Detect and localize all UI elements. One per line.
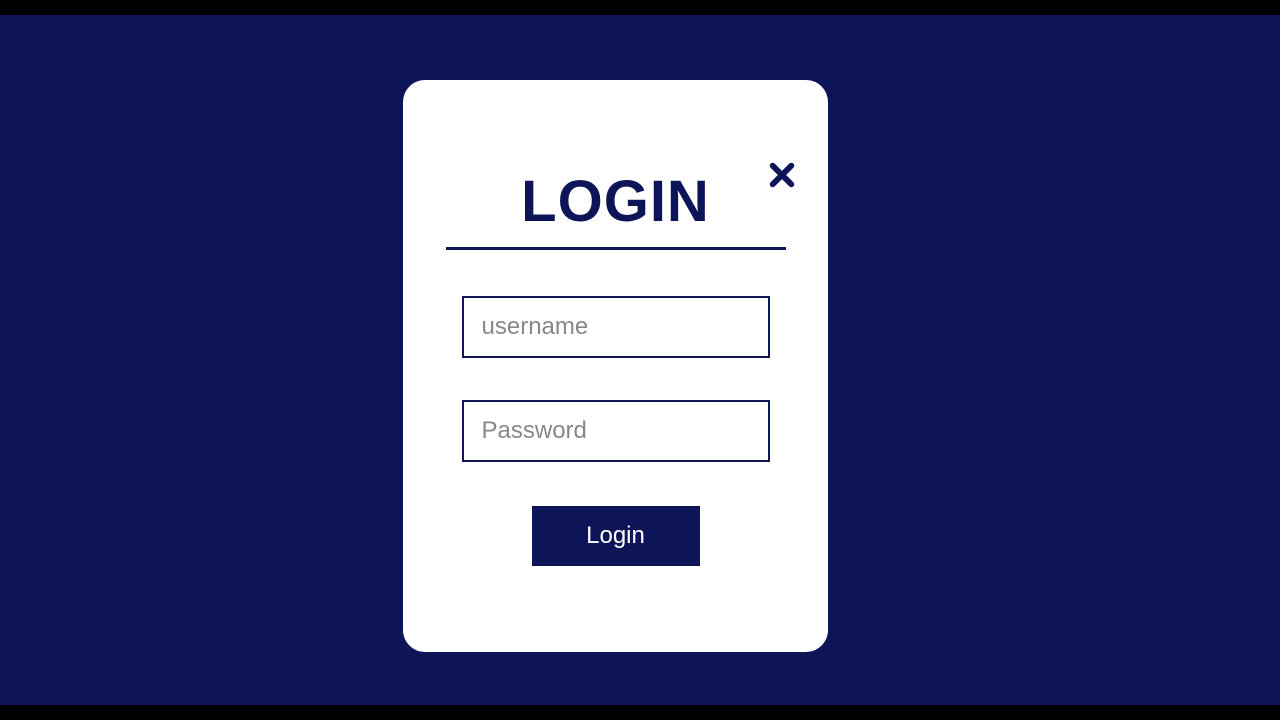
login-header: LOGIN xyxy=(446,168,786,250)
password-input[interactable] xyxy=(462,400,770,462)
login-title: LOGIN xyxy=(446,168,786,235)
login-button[interactable]: Login xyxy=(532,506,700,566)
close-icon xyxy=(768,161,796,189)
login-modal: LOGIN Login xyxy=(403,80,828,652)
close-button[interactable] xyxy=(766,160,798,192)
username-input[interactable] xyxy=(462,296,770,358)
login-form: Login xyxy=(403,296,828,566)
